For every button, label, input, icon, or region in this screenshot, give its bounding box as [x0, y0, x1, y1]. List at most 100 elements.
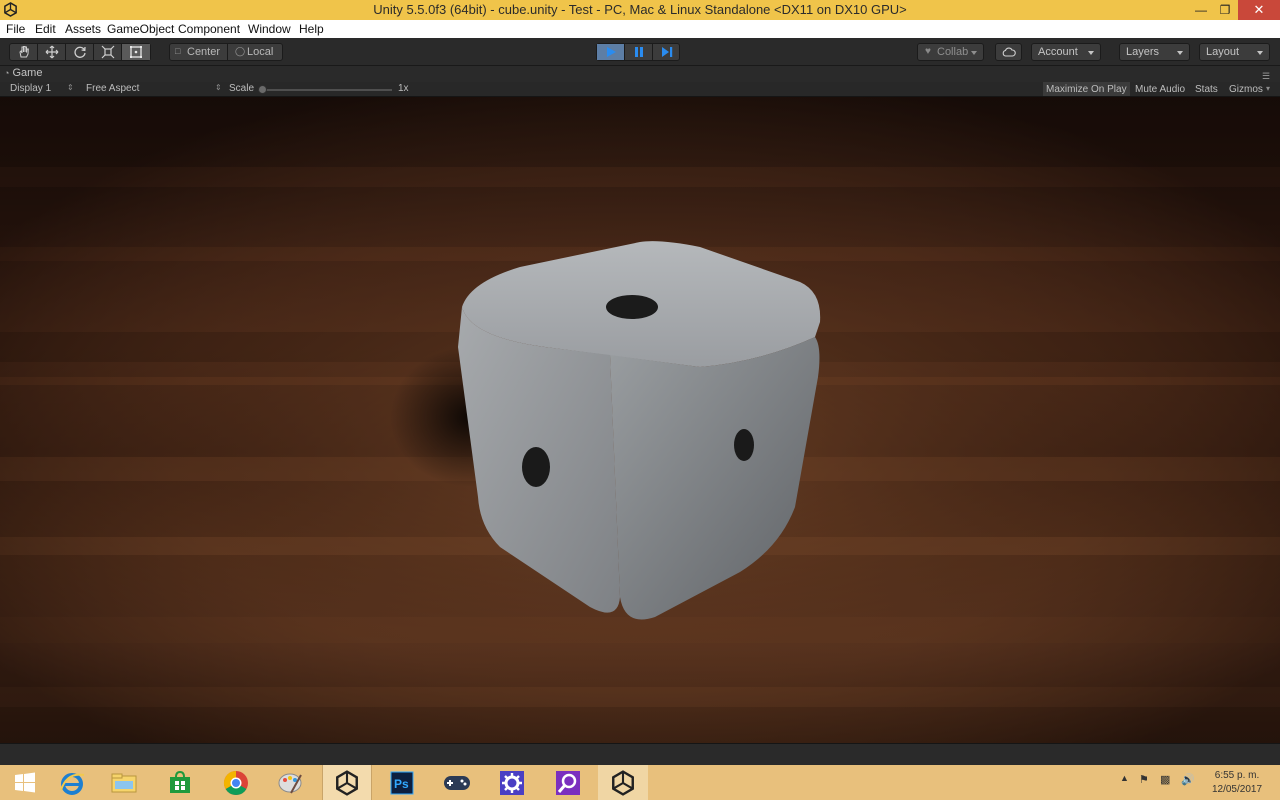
collab-dropdown[interactable]: ♥ Collab	[917, 43, 984, 61]
pivot-center-button[interactable]: □ Center	[170, 44, 228, 60]
hand-tool-button[interactable]	[10, 44, 38, 60]
scale-slider-track[interactable]	[258, 89, 392, 91]
pivot-local-label: Local	[247, 46, 274, 58]
game-tab-header: ◔ Game ☰	[0, 66, 1280, 82]
svg-text:Ps: Ps	[394, 777, 409, 791]
title-bar: Unity 5.5.0f3 (64bit) - cube.unity - Tes…	[0, 0, 1280, 20]
taskbar-file-explorer[interactable]	[99, 765, 149, 800]
scale-label: Scale	[229, 83, 255, 94]
rotate-tool-button[interactable]	[66, 44, 94, 60]
panel-menu-icon[interactable]: ☰	[1262, 71, 1270, 82]
scale-tool-button[interactable]	[94, 44, 122, 60]
game-tab-label: Game	[12, 67, 43, 79]
show-hidden-icons-chevron-icon[interactable]: ▲	[1120, 773, 1129, 783]
menu-assets[interactable]: Assets	[65, 22, 101, 36]
hand-icon	[18, 46, 29, 58]
cloud-icon	[1002, 47, 1016, 57]
chrome-icon	[223, 770, 248, 795]
pivot-center-icon: □	[175, 46, 181, 56]
layout-label: Layout	[1206, 46, 1240, 58]
chevron-down-icon	[971, 51, 977, 55]
menu-bar: File Edit Assets GameObject Component Wi…	[0, 20, 1280, 38]
cloud-services-button[interactable]	[995, 43, 1022, 61]
window-title: Unity 5.5.0f3 (64bit) - cube.unity - Tes…	[373, 2, 907, 17]
gizmos-dropdown-arrow-icon: ▾	[1266, 84, 1271, 93]
pivot-toggles: □ Center ◯ Local	[169, 43, 283, 61]
taskbar-search-app[interactable]	[543, 765, 593, 800]
chevron-down-icon	[1257, 51, 1263, 55]
taskbar-unity-active[interactable]	[322, 765, 372, 800]
game-tab[interactable]: ◔ Game	[4, 67, 42, 79]
system-clock[interactable]: 6:55 p. m. 12/05/2017	[1208, 769, 1266, 797]
close-button[interactable]: ✕	[1238, 0, 1280, 20]
menu-window[interactable]: Window	[248, 22, 291, 36]
local-rotation-icon: ◯	[235, 46, 246, 56]
paint-palette-icon	[278, 773, 302, 793]
rendered-scene	[0, 97, 1280, 743]
stats-toggle[interactable]: Stats	[1192, 82, 1221, 96]
account-label: Account	[1038, 46, 1078, 58]
status-bar	[0, 743, 1280, 765]
unity-icon	[336, 769, 358, 796]
pivot-center-label: Center	[187, 46, 221, 58]
maximize-on-play-toggle[interactable]: Maximize On Play	[1043, 82, 1130, 96]
start-button[interactable]	[0, 765, 50, 800]
display-dropdown-arrow-icon: ⇕	[67, 83, 74, 92]
action-center-flag-icon[interactable]: ⚑	[1139, 773, 1149, 786]
taskbar-unity-second[interactable]	[598, 765, 648, 800]
layers-label: Layers	[1126, 46, 1160, 58]
menu-help[interactable]: Help	[299, 22, 324, 36]
game-view-toolbar: Display 1 ⇕ Free Aspect ⇕ Scale 1x Maxim…	[0, 82, 1280, 97]
rotate-icon	[73, 46, 86, 58]
taskbar-game-controller[interactable]	[432, 765, 482, 800]
display-dropdown[interactable]: Display 1	[10, 83, 51, 94]
taskbar-settings[interactable]	[487, 765, 537, 800]
move-arrows-icon	[45, 45, 58, 59]
windows-logo-icon	[15, 772, 35, 792]
step-button[interactable]	[653, 44, 681, 60]
taskbar-chrome[interactable]	[211, 765, 261, 800]
game-view-icon: ◔	[4, 68, 10, 78]
volume-icon[interactable]: 🔊	[1181, 773, 1195, 786]
playback-controls	[596, 43, 680, 61]
pause-icon	[634, 47, 643, 57]
menu-component[interactable]: Component	[178, 22, 240, 36]
minimize-button[interactable]: —	[1188, 0, 1214, 20]
taskbar-photoshop[interactable]: Ps	[377, 765, 427, 800]
account-dropdown[interactable]: Account	[1031, 43, 1101, 61]
aspect-dropdown-arrow-icon: ⇕	[215, 83, 222, 92]
aspect-dropdown[interactable]: Free Aspect	[86, 83, 139, 94]
network-signal-icon[interactable]: ▩	[1160, 773, 1170, 786]
taskbar-internet-explorer[interactable]	[47, 765, 97, 800]
chevron-down-icon	[1177, 51, 1183, 55]
menu-gameobject[interactable]: GameObject	[107, 22, 174, 36]
layers-dropdown[interactable]: Layers	[1119, 43, 1190, 61]
restore-icon: ❐	[1219, 3, 1231, 17]
taskbar-store[interactable]	[155, 765, 205, 800]
layout-dropdown[interactable]: Layout	[1199, 43, 1270, 61]
collab-label: Collab	[937, 46, 969, 58]
gizmos-dropdown[interactable]: Gizmos	[1226, 82, 1266, 96]
scale-slider-thumb[interactable]	[258, 85, 267, 94]
minimize-icon: —	[1195, 3, 1207, 17]
gamepad-icon	[444, 775, 470, 790]
step-forward-icon	[662, 47, 673, 57]
windows-taskbar: Ps ▲ ⚑ ▩ 🔊 6:55 p. m. 12/05/2017	[0, 765, 1280, 800]
game-viewport[interactable]	[0, 97, 1280, 743]
chevron-down-icon	[1088, 51, 1094, 55]
taskbar-paint[interactable]	[265, 765, 315, 800]
scale-value: 1x	[398, 83, 409, 94]
rect-transform-icon	[130, 46, 142, 58]
menu-edit[interactable]: Edit	[35, 22, 56, 36]
rect-tool-button[interactable]	[122, 44, 150, 60]
menu-file[interactable]: File	[6, 22, 25, 36]
pivot-local-button[interactable]: ◯ Local	[228, 44, 284, 60]
unity-icon	[612, 769, 634, 796]
folder-icon	[111, 773, 137, 792]
move-tool-button[interactable]	[38, 44, 66, 60]
pause-button[interactable]	[625, 44, 653, 60]
play-button[interactable]	[597, 44, 625, 60]
mute-audio-toggle[interactable]: Mute Audio	[1132, 82, 1188, 96]
photoshop-icon: Ps	[390, 771, 414, 794]
maximize-button[interactable]: ❐	[1212, 0, 1238, 20]
